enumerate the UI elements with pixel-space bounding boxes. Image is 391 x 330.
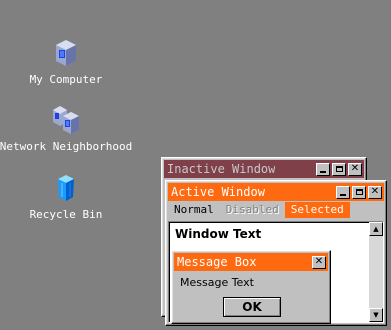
close-button[interactable]: ✕ xyxy=(312,255,326,269)
close-icon: ✕ xyxy=(350,163,360,174)
desktop-icon-my-computer[interactable]: My Computer xyxy=(0,37,136,86)
menu-item-disabled: Disabled xyxy=(225,203,279,216)
message-box-title: Message Box xyxy=(177,255,257,269)
close-icon: ✕ xyxy=(370,186,380,197)
inactive-window-titlebar[interactable]: Inactive Window ✕ xyxy=(164,160,364,178)
window-text: Window Text xyxy=(175,227,262,241)
recycle-bin-icon xyxy=(58,175,74,201)
arrow-up-icon: ▲ xyxy=(373,225,379,233)
message-box-titlebar[interactable]: Message Box ✕ xyxy=(174,253,328,271)
menu-item-selected[interactable]: Selected xyxy=(284,202,350,218)
arrow-down-icon: ▼ xyxy=(373,311,379,319)
window-title: Inactive Window xyxy=(167,162,276,176)
maximize-icon xyxy=(355,189,363,195)
desktop-icon-label: My Computer xyxy=(29,73,103,86)
minimize-icon xyxy=(340,193,346,196)
active-window-titlebar[interactable]: Active Window ✕ xyxy=(168,183,384,201)
titlebar-buttons: ✕ xyxy=(336,185,382,199)
desktop-icon-label: Network Neighborhood xyxy=(0,140,133,153)
menu-item-normal[interactable]: Normal xyxy=(168,202,220,218)
network-icon xyxy=(53,106,79,134)
maximize-button[interactable] xyxy=(332,162,346,176)
titlebar-buttons: ✕ xyxy=(312,255,326,269)
scroll-up-button[interactable]: ▲ xyxy=(369,222,383,236)
scroll-down-button[interactable]: ▼ xyxy=(369,308,383,322)
minimize-button[interactable] xyxy=(316,162,330,176)
minimize-icon xyxy=(320,170,326,173)
maximize-icon xyxy=(335,166,343,172)
close-button[interactable]: ✕ xyxy=(368,185,382,199)
desktop-icon-recycle-bin[interactable]: Recycle Bin xyxy=(0,172,136,221)
maximize-button[interactable] xyxy=(352,185,366,199)
message-text: Message Text xyxy=(180,276,254,289)
ok-button[interactable]: OK xyxy=(223,297,281,317)
vertical-scrollbar[interactable]: ▲ ▼ xyxy=(369,222,383,322)
window-title: Active Window xyxy=(171,185,265,199)
close-button[interactable]: ✕ xyxy=(348,162,362,176)
computer-icon xyxy=(56,40,76,66)
message-box[interactable]: Message Box ✕ Message Text OK xyxy=(171,250,331,324)
desktop-icon-label: Recycle Bin xyxy=(29,208,103,221)
titlebar-buttons: ✕ xyxy=(316,162,362,176)
desktop-icon-network-neighborhood[interactable]: Network Neighborhood xyxy=(0,104,136,153)
minimize-button[interactable] xyxy=(336,185,350,199)
close-icon: ✕ xyxy=(314,256,324,267)
menu-bar: Normal Disabled Selected xyxy=(168,202,384,218)
